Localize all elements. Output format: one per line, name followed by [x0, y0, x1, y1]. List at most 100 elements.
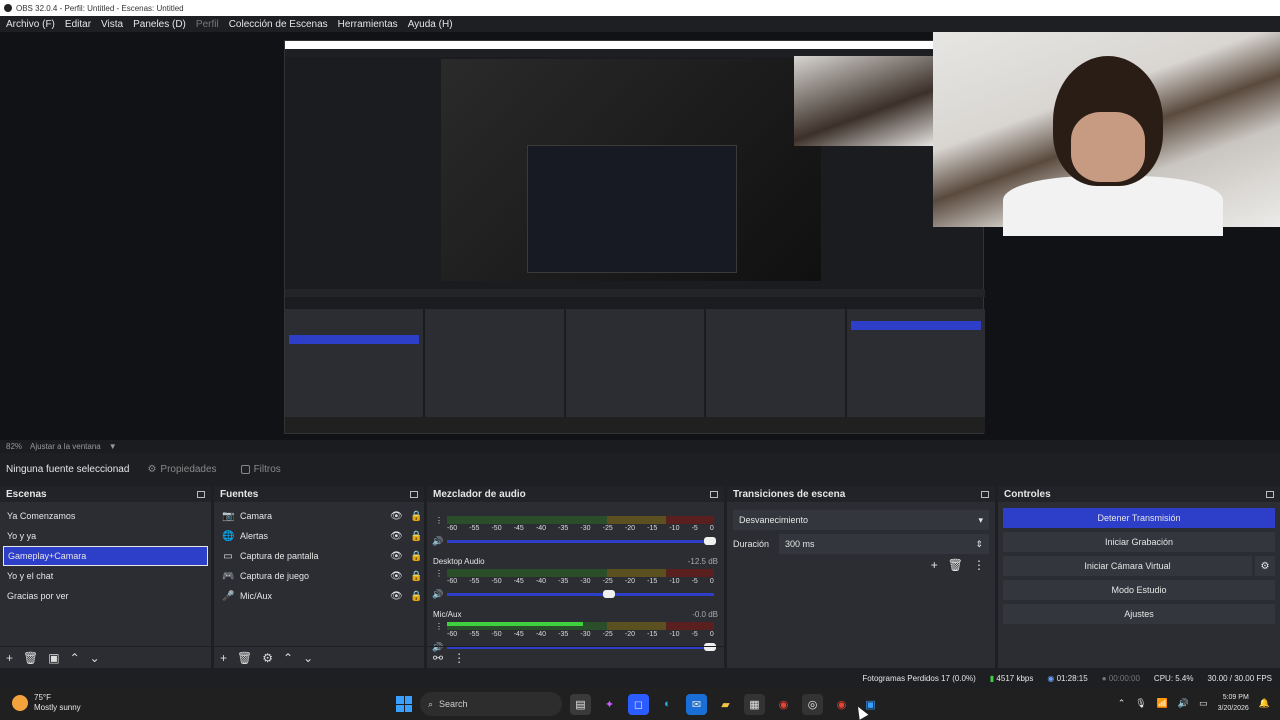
app-icon[interactable]: ◻: [628, 693, 649, 715]
volume-slider[interactable]: [447, 590, 714, 598]
channel-menu-icon[interactable]: ⋮: [435, 516, 443, 525]
copilot-icon[interactable]: ✦: [599, 694, 620, 715]
properties-button[interactable]: ⚙ Propiedades: [141, 461, 222, 478]
trash-icon[interactable]: 🗑: [948, 558, 963, 572]
speaker-icon[interactable]: 🔊: [432, 536, 443, 547]
chrome-profile-icon[interactable]: ◉: [831, 694, 852, 715]
duration-row: Duración 300 ms ⇕: [733, 534, 989, 554]
edge-browser-icon[interactable]: ◐: [657, 694, 678, 715]
source-item[interactable]: 🌐 Alertas 👁 🔒: [214, 526, 424, 546]
duration-spinbox[interactable]: 300 ms ⇕: [779, 534, 989, 554]
chevron-up-icon[interactable]: ⌃: [70, 651, 80, 665]
controls-dock: Controles Detener Transmisión Iniciar Gr…: [998, 486, 1280, 668]
channel-menu-icon[interactable]: ⋮: [435, 622, 443, 631]
menu-archivo[interactable]: Archivo (F): [6, 19, 55, 30]
eye-icon[interactable]: 👁: [390, 551, 403, 562]
source-item[interactable]: 🎤 Mic/Aux 👁 🔒: [214, 586, 424, 606]
outlook-icon[interactable]: ✉: [686, 693, 707, 715]
level-meter: [447, 569, 714, 577]
chevron-down-icon[interactable]: ⌄: [303, 651, 313, 665]
eye-icon[interactable]: 👁: [390, 571, 403, 582]
meter-tick-label: 0: [709, 631, 714, 638]
start-recording-button[interactable]: Iniciar Grabación: [1003, 532, 1275, 552]
task-view-icon[interactable]: ▤: [570, 693, 591, 715]
trash-icon[interactable]: 🗑: [23, 651, 38, 665]
menu-coleccion-escenas[interactable]: Colección de Escenas: [229, 19, 328, 30]
meter-tick-label: -55: [469, 578, 480, 585]
gear-icon[interactable]: ⚙: [262, 651, 273, 665]
volume-icon[interactable]: 🔊: [1178, 698, 1189, 709]
undock-icon[interactable]: [197, 490, 205, 498]
volume-slider[interactable]: [447, 537, 716, 545]
filter-icon[interactable]: ▣: [48, 651, 59, 665]
lock-icon[interactable]: 🔒: [410, 571, 422, 582]
scene-item[interactable]: Yo y el chat: [0, 566, 211, 586]
weather-text: 75°F Mostly sunny: [34, 693, 81, 713]
lock-icon[interactable]: 🔒: [410, 531, 422, 542]
virtual-camera-settings-icon[interactable]: ⚙: [1255, 556, 1275, 576]
add-icon[interactable]: +: [931, 558, 938, 572]
menu-paneles[interactable]: Paneles (D): [133, 19, 186, 30]
battery-icon[interactable]: ▭: [1199, 698, 1208, 709]
menu-editar[interactable]: Editar: [65, 19, 91, 30]
virtual-camera-button[interactable]: Iniciar Cámara Virtual: [1003, 556, 1252, 576]
stop-stream-button[interactable]: Detener Transmisión: [1003, 508, 1275, 528]
zoom-fit-label[interactable]: Ajustar a la ventana: [30, 442, 101, 451]
lock-icon[interactable]: 🔒: [410, 511, 422, 522]
chevron-up-icon[interactable]: ⌃: [1118, 698, 1126, 709]
taskbar-search[interactable]: ⌕ Search: [420, 692, 562, 716]
lock-icon[interactable]: 🔒: [410, 591, 422, 602]
obs-taskbar-icon[interactable]: ◎: [802, 693, 823, 715]
wifi-icon[interactable]: 📶: [1157, 698, 1168, 709]
trash-icon[interactable]: 🗑: [237, 651, 252, 665]
eye-icon[interactable]: 👁: [390, 531, 403, 542]
settings-button[interactable]: Ajustes: [1003, 604, 1275, 624]
menu-ayuda[interactable]: Ayuda (H): [408, 19, 453, 30]
filters-button[interactable]: Filtros: [235, 461, 287, 478]
source-item[interactable]: ▭ Captura de pantalla 👁 🔒: [214, 546, 424, 566]
notification-icon[interactable]: 🔔: [1259, 698, 1270, 709]
scene-item-selected[interactable]: Gameplay+Camara: [3, 546, 208, 566]
undock-icon[interactable]: [410, 490, 418, 498]
transition-select[interactable]: Desvanecimiento ▾: [733, 510, 989, 530]
add-icon[interactable]: +: [6, 651, 13, 665]
more-icon[interactable]: ⋮: [453, 651, 465, 665]
speaker-icon[interactable]: 🔊: [432, 589, 443, 600]
microsoft-store-icon[interactable]: ▦: [744, 693, 765, 715]
scene-item[interactable]: Gracias por ver: [0, 586, 211, 606]
volume-slider-handle[interactable]: [704, 537, 716, 545]
channel-menu-icon[interactable]: ⋮: [435, 569, 443, 578]
add-icon[interactable]: +: [220, 651, 227, 665]
undock-icon[interactable]: [1266, 490, 1274, 498]
program-preview[interactable]: [0, 32, 1280, 440]
studio-mode-button[interactable]: Modo Estudio: [1003, 580, 1275, 600]
chrome-icon[interactable]: ◉: [773, 694, 794, 715]
meter-ticks: -60 -55 -50 -45 -40 -35 -30 -25 -20 -15 -10 -5 0: [447, 578, 714, 585]
weather-widget[interactable]: 75°F Mostly sunny: [12, 693, 81, 713]
source-item[interactable]: 🎮 Captura de juego 👁 🔒: [214, 566, 424, 586]
windows-start-icon[interactable]: [396, 696, 412, 712]
volume-slider-handle[interactable]: [602, 590, 615, 598]
file-explorer-icon[interactable]: ▰: [715, 694, 736, 715]
scene-item[interactable]: Yo y ya: [0, 526, 211, 546]
more-icon[interactable]: ⋮: [973, 558, 985, 572]
undock-icon[interactable]: [710, 490, 718, 498]
menu-perfil[interactable]: Perfil: [196, 19, 219, 30]
source-item[interactable]: 📷 Camara 👁 🔒: [214, 506, 424, 526]
clock[interactable]: 5:09 PM 3/20/2026: [1218, 692, 1249, 714]
menu-vista[interactable]: Vista: [101, 19, 123, 30]
link-icon[interactable]: ⚯: [433, 651, 443, 665]
menu-herramientas[interactable]: Herramientas: [338, 19, 398, 30]
chevron-down-icon[interactable]: ⌄: [90, 651, 100, 665]
chevron-up-icon[interactable]: ⌃: [283, 651, 293, 665]
microphone-icon[interactable]: 🎙: [1135, 698, 1146, 709]
windows-taskbar: 75°F Mostly sunny ⌕ Search ▤ ✦ ◻ ◐ ✉ ▰ ▦…: [0, 688, 1280, 720]
zoom-value[interactable]: 82%: [6, 442, 22, 451]
lock-icon[interactable]: 🔒: [410, 551, 422, 562]
undock-icon[interactable]: [981, 490, 989, 498]
eye-icon[interactable]: 👁: [390, 591, 403, 602]
spinner-arrows-icon[interactable]: ⇕: [975, 539, 983, 550]
chevron-down-icon[interactable]: ▼: [109, 442, 117, 451]
scene-item[interactable]: Ya Comenzamos: [0, 506, 211, 526]
eye-icon[interactable]: 👁: [390, 511, 403, 522]
